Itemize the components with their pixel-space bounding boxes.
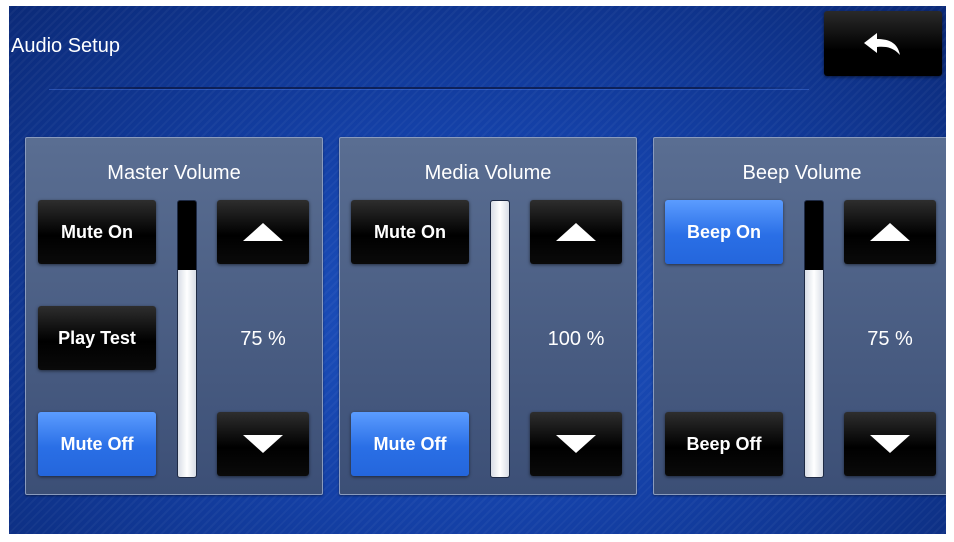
master-volume-down-button[interactable]	[217, 412, 309, 476]
master-volume-bar-fill	[178, 270, 196, 477]
beep-volume-up-button[interactable]	[844, 200, 936, 264]
master-mute-on-button[interactable]: Mute On	[38, 200, 156, 264]
beep-volume-title: Beep Volume	[742, 162, 862, 184]
beep-on-button[interactable]: Beep On	[665, 200, 783, 264]
master-play-test-button[interactable]: Play Test	[38, 306, 156, 370]
up-arrow-icon	[556, 223, 596, 241]
master-mute-off-button[interactable]: Mute Off	[38, 412, 156, 476]
up-arrow-icon	[243, 223, 283, 241]
media-volume-down-button[interactable]	[530, 412, 622, 476]
down-arrow-icon	[556, 435, 596, 453]
beep-volume-panel: Beep Volume Beep On Beep Off 75 %	[653, 137, 946, 495]
master-volume-level: 75 %	[240, 328, 286, 350]
master-volume-bar[interactable]	[177, 200, 197, 478]
audio-setup-screen: Audio Setup Master Volume Mute On Play T…	[9, 6, 946, 534]
media-volume-panel: Media Volume Mute On Mute Off 100 %	[339, 137, 637, 495]
media-volume-bar[interactable]	[490, 200, 510, 478]
master-volume-title: Master Volume	[107, 162, 241, 184]
beep-volume-down-button[interactable]	[844, 412, 936, 476]
page-title: Audio Setup	[11, 35, 120, 57]
back-arrow-icon	[864, 32, 900, 55]
media-volume-level: 100 %	[547, 328, 605, 350]
back-button[interactable]	[824, 11, 942, 76]
down-arrow-icon	[870, 435, 910, 453]
beep-off-button[interactable]: Beep Off	[665, 412, 783, 476]
media-volume-title: Media Volume	[424, 162, 552, 184]
up-arrow-icon	[870, 223, 910, 241]
media-volume-up-button[interactable]	[530, 200, 622, 264]
beep-volume-bar[interactable]	[804, 200, 824, 478]
media-mute-off-button[interactable]: Mute Off	[351, 412, 469, 476]
master-volume-up-button[interactable]	[217, 200, 309, 264]
down-arrow-icon	[243, 435, 283, 453]
header-divider	[49, 87, 809, 89]
beep-volume-level: 75 %	[867, 328, 913, 350]
master-volume-panel: Master Volume Mute On Play Test Mute Off…	[25, 137, 323, 495]
beep-volume-bar-fill	[805, 270, 823, 477]
media-volume-bar-fill	[491, 201, 509, 477]
media-mute-on-button[interactable]: Mute On	[351, 200, 469, 264]
